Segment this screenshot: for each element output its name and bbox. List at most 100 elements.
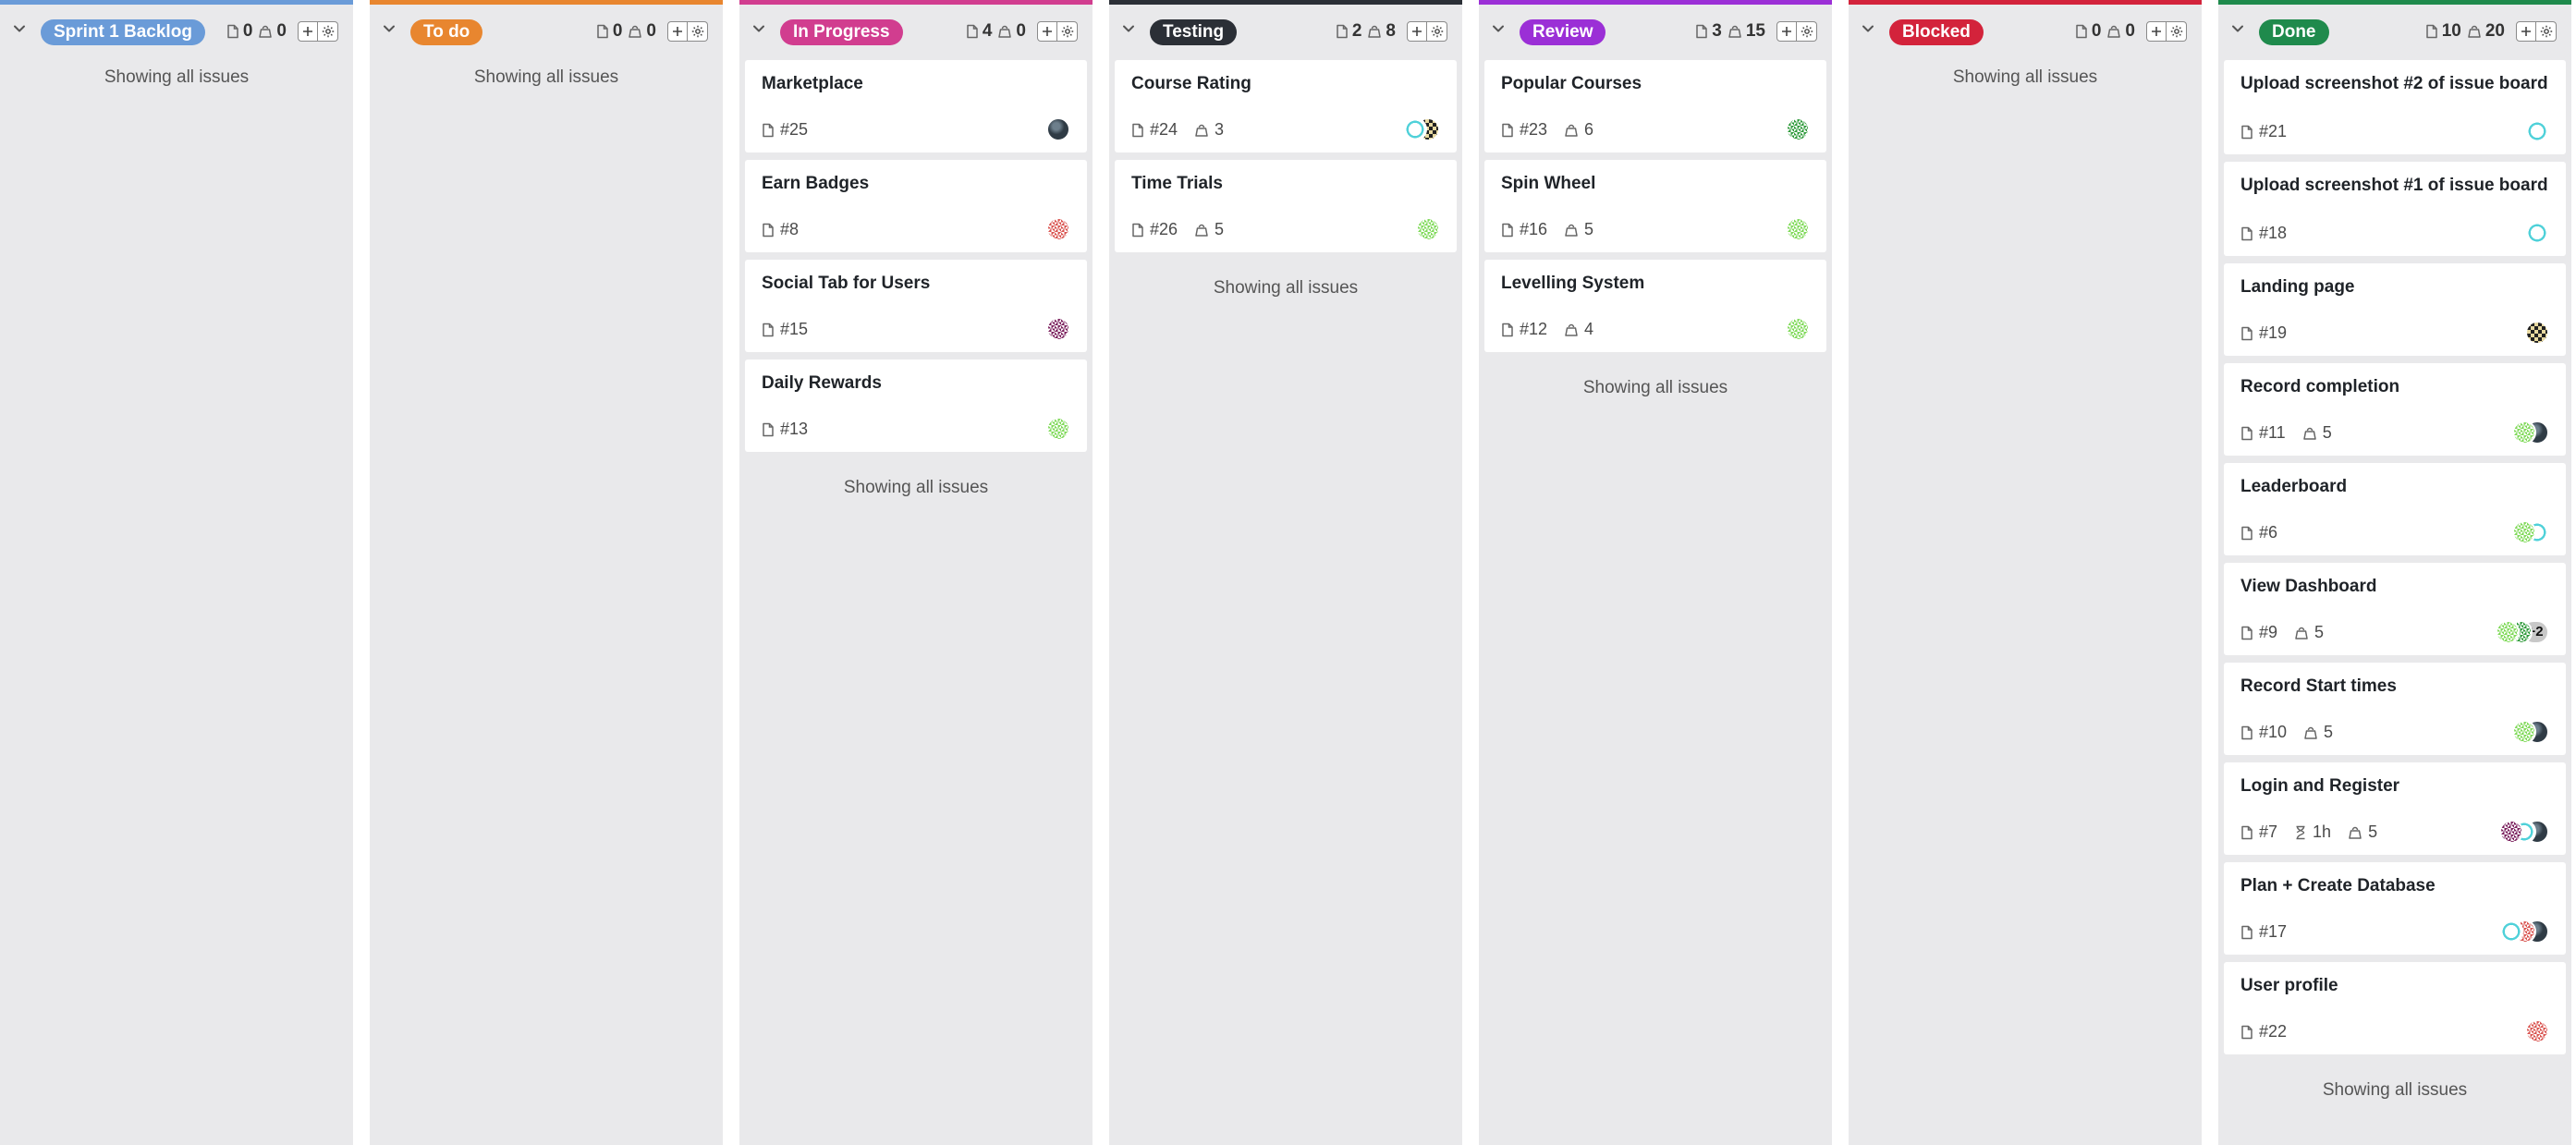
- list-settings-button[interactable]: [1427, 21, 1447, 42]
- avatar[interactable]: [1416, 217, 1440, 241]
- showing-all-issues: Showing all issues: [1952, 67, 2098, 87]
- avatar[interactable]: [2525, 221, 2549, 245]
- issue-title[interactable]: Record Start times: [2240, 677, 2549, 696]
- add-issue-button[interactable]: [1037, 21, 1057, 42]
- issue-card[interactable]: Landing page #19: [2224, 263, 2566, 356]
- avatar[interactable]: [1786, 117, 1810, 141]
- assignees[interactable]: [1046, 317, 1070, 341]
- issue-title[interactable]: Login and Register: [2240, 777, 2549, 796]
- issue-title[interactable]: Earn Badges: [762, 175, 1070, 193]
- issue-title[interactable]: Leaderboard: [2240, 478, 2549, 496]
- issue-card[interactable]: Daily Rewards #13: [745, 359, 1087, 452]
- issue-card[interactable]: Popular Courses #23 6: [1484, 60, 1826, 152]
- issue-title[interactable]: Spin Wheel: [1501, 175, 1810, 193]
- list-settings-button[interactable]: [1797, 21, 1817, 42]
- list-settings-button[interactable]: [1057, 21, 1078, 42]
- assignees[interactable]: [2512, 420, 2549, 445]
- avatar[interactable]: [2496, 620, 2520, 644]
- chevron-down-icon[interactable]: [1860, 20, 1876, 37]
- issue-title[interactable]: View Dashboard: [2240, 578, 2549, 596]
- avatar[interactable]: [2525, 321, 2549, 345]
- issue-card[interactable]: Login and Register #7 1h 5: [2224, 762, 2566, 855]
- assignees[interactable]: [1786, 317, 1810, 341]
- assignees[interactable]: [1786, 217, 1810, 241]
- add-issue-button[interactable]: [2516, 21, 2536, 42]
- issue-card[interactable]: Plan + Create Database #17: [2224, 862, 2566, 955]
- issue-title[interactable]: Landing page: [2240, 278, 2549, 297]
- assignees[interactable]: [2512, 720, 2549, 744]
- avatar[interactable]: [1046, 317, 1070, 341]
- assignees[interactable]: [2525, 221, 2549, 245]
- assignees[interactable]: [2512, 520, 2549, 544]
- list-settings-button[interactable]: [2536, 21, 2557, 42]
- assignees[interactable]: [1403, 117, 1440, 141]
- assignees[interactable]: [1046, 217, 1070, 241]
- assignees[interactable]: +2: [2496, 620, 2549, 644]
- avatar[interactable]: [1786, 217, 1810, 241]
- avatar[interactable]: [2499, 920, 2523, 944]
- avatar[interactable]: [2525, 119, 2549, 143]
- chevron-down-icon[interactable]: [11, 20, 28, 37]
- issue-card[interactable]: Record completion #11 5: [2224, 363, 2566, 456]
- issue-card[interactable]: Leaderboard #6: [2224, 463, 2566, 555]
- issue-title[interactable]: Popular Courses: [1501, 75, 1810, 93]
- assignees[interactable]: [1416, 217, 1440, 241]
- issue-title[interactable]: Upload screenshot #1 of issue board: [2240, 177, 2549, 195]
- weight-icon: [1564, 323, 1579, 337]
- chevron-down-icon[interactable]: [1490, 20, 1507, 37]
- issue-card[interactable]: Time Trials #26 5: [1115, 160, 1457, 252]
- issue-title[interactable]: User profile: [2240, 977, 2549, 995]
- avatar[interactable]: [1403, 117, 1427, 141]
- chevron-down-icon[interactable]: [1120, 20, 1137, 37]
- chevron-down-icon[interactable]: [381, 20, 397, 37]
- assignees[interactable]: [2525, 1019, 2549, 1043]
- issue-card[interactable]: Marketplace #25: [745, 60, 1087, 152]
- issue-card[interactable]: Record Start times #10 5: [2224, 663, 2566, 755]
- issue-card[interactable]: Levelling System #12 4: [1484, 260, 1826, 352]
- issue-title[interactable]: Levelling System: [1501, 274, 1810, 293]
- avatar[interactable]: [2525, 1019, 2549, 1043]
- chevron-down-icon[interactable]: [2229, 20, 2246, 37]
- avatar[interactable]: [1046, 417, 1070, 441]
- assignees[interactable]: [1046, 417, 1070, 441]
- issue-card[interactable]: Social Tab for Users #15: [745, 260, 1087, 352]
- add-issue-button[interactable]: [298, 21, 318, 42]
- add-issue-button[interactable]: [2146, 21, 2167, 42]
- avatar[interactable]: [1046, 117, 1070, 141]
- list-settings-button[interactable]: [318, 21, 338, 42]
- assignees[interactable]: [2525, 321, 2549, 345]
- issue-card[interactable]: User profile #22: [2224, 962, 2566, 1054]
- issue-card[interactable]: Upload screenshot #1 of issue board #18: [2224, 162, 2566, 256]
- issue-title[interactable]: Plan + Create Database: [2240, 877, 2549, 895]
- issue-title[interactable]: Marketplace: [762, 75, 1070, 93]
- issue-card[interactable]: Upload screenshot #2 of issue board #21: [2224, 60, 2566, 154]
- issue-card[interactable]: View Dashboard #9 5 +2: [2224, 563, 2566, 655]
- issue-card[interactable]: Spin Wheel #16 5: [1484, 160, 1826, 252]
- add-issue-button[interactable]: [1407, 21, 1427, 42]
- issue-title[interactable]: Course Rating: [1131, 75, 1440, 93]
- issue-title[interactable]: Daily Rewards: [762, 374, 1070, 393]
- list-settings-button[interactable]: [688, 21, 708, 42]
- avatar[interactable]: [2512, 420, 2536, 445]
- avatar[interactable]: [1786, 317, 1810, 341]
- issue-card[interactable]: Course Rating #24 3: [1115, 60, 1457, 152]
- avatar[interactable]: [2499, 820, 2523, 844]
- issue-card[interactable]: Earn Badges #8: [745, 160, 1087, 252]
- issue-title[interactable]: Social Tab for Users: [762, 274, 1070, 293]
- add-issue-button[interactable]: [667, 21, 688, 42]
- add-issue-button[interactable]: [1776, 21, 1797, 42]
- issue-title[interactable]: Time Trials: [1131, 175, 1440, 193]
- chevron-down-icon[interactable]: [751, 20, 767, 37]
- assignees[interactable]: [2499, 820, 2549, 844]
- issue-title[interactable]: Record completion: [2240, 378, 2549, 396]
- list-settings-button[interactable]: [2167, 21, 2187, 42]
- assignees[interactable]: [2499, 920, 2549, 944]
- avatar[interactable]: [2512, 720, 2536, 744]
- assignees[interactable]: [1046, 117, 1070, 141]
- assignees[interactable]: [1786, 117, 1810, 141]
- avatar[interactable]: [2512, 520, 2536, 544]
- assignees[interactable]: [2525, 119, 2549, 143]
- avatar[interactable]: [1046, 217, 1070, 241]
- issue-title[interactable]: Upload screenshot #2 of issue board: [2240, 75, 2549, 93]
- issue-number-value: #17: [2259, 922, 2288, 941]
